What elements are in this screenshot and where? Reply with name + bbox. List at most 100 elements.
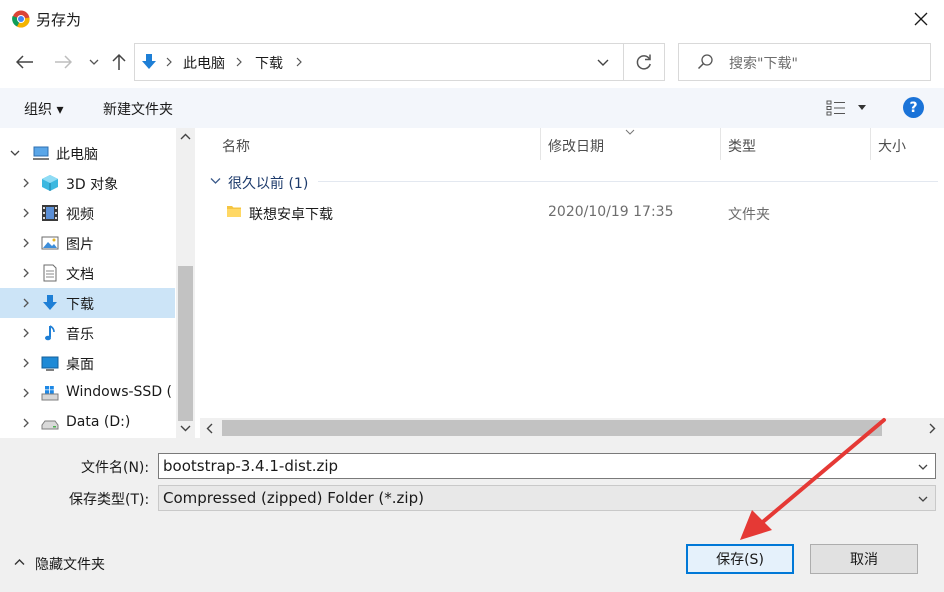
tree-item-label: 视频 [66,207,94,223]
hide-folders-toggle[interactable]: 隐藏文件夹 [12,553,122,573]
computer-icon [33,146,49,160]
chevron-right-icon[interactable] [20,177,32,189]
new-folder-button[interactable]: 新建文件夹 [103,99,173,119]
arrow-left-icon [16,55,33,69]
chevron-right-icon[interactable] [20,237,32,249]
filetype-label: 保存类型(T): [69,492,150,508]
windows-drive-icon [41,386,59,401]
column-divider[interactable] [540,128,541,160]
chevron-right-icon[interactable] [20,297,32,309]
file-list-scrollbar[interactable] [200,418,944,438]
close-button[interactable] [898,0,944,38]
chevron-down-icon[interactable] [917,493,929,505]
desktop-icon [41,356,59,371]
tree-item-documents[interactable]: 文档 [0,258,175,288]
chevron-down-icon[interactable] [9,147,21,159]
column-header-size[interactable]: 大小 [878,136,906,156]
picture-icon [41,236,59,250]
file-type: 文件夹 [728,207,770,223]
column-divider[interactable] [870,128,871,160]
tree-item-label: 图片 [66,237,94,253]
scroll-right-icon[interactable] [928,423,936,434]
scrollbar-thumb[interactable] [222,420,882,436]
search-box[interactable]: 搜索"下载" [678,43,931,81]
chevron-right-icon[interactable] [20,267,32,279]
refresh-button[interactable] [623,43,665,81]
help-button[interactable]: ? [903,97,924,118]
tree-item-videos[interactable]: 视频 [0,198,175,228]
search-icon [697,54,713,70]
cube-icon [42,175,58,191]
filename-value: bootstrap-3.4.1-dist.zip [163,457,339,475]
chevron-down-icon[interactable] [210,177,221,185]
chevron-up-icon [14,559,25,565]
organize-menu[interactable]: 组织 ▾ [24,99,63,119]
scroll-down-icon[interactable] [180,424,191,432]
drive-icon [41,420,59,430]
folder-icon [227,206,241,217]
column-divider[interactable] [720,128,721,160]
breadcrumb-this-pc[interactable]: 此电脑 [183,53,225,73]
list-view-icon [826,100,845,116]
scroll-up-icon[interactable] [180,133,191,141]
column-header-type[interactable]: 类型 [728,136,756,156]
file-modified: 2020/10/19 17:35 [548,204,674,220]
chevron-right-icon [166,57,172,67]
breadcrumb-downloads[interactable]: 下载 [255,53,283,73]
sort-chevron-icon [625,129,635,135]
filetype-select[interactable]: Compressed (zipped) Folder (*.zip) [158,485,936,511]
chevron-right-icon[interactable] [20,327,32,339]
filename-input[interactable]: bootstrap-3.4.1-dist.zip [158,453,936,479]
tree-item-label: 下载 [66,297,94,313]
chevron-down-icon[interactable] [597,58,609,68]
search-placeholder: 搜索"下载" [729,56,798,72]
tree-item-desktop[interactable]: 桌面 [0,348,175,378]
file-list: 名称 修改日期 类型 大小 很久以前 (1) 联想安卓下载 2020/10/19… [200,128,944,418]
chevron-right-icon[interactable] [20,417,32,429]
chevron-right-icon[interactable] [20,387,32,399]
navigation-pane: 此电脑 3D 对象 视频 图片 文档 下载 音乐 桌面 Windows-SSD … [0,128,196,438]
forward-button[interactable] [50,50,76,74]
view-options-button[interactable] [826,100,870,118]
column-header-modified[interactable]: 修改日期 [548,136,604,156]
chevron-right-icon [236,57,242,67]
filename-label: 文件名(N): [81,460,150,476]
scroll-left-icon[interactable] [206,423,214,434]
tree-item-data-drive[interactable]: Data (D:) [0,408,175,438]
tree-item-label: 文档 [66,267,94,283]
scrollbar-thumb[interactable] [178,266,193,421]
tree-item-label: Data (D:) [66,414,131,430]
tree-item-music[interactable]: 音乐 [0,318,175,348]
tree-item-pictures[interactable]: 图片 [0,228,175,258]
save-button[interactable]: 保存(S) [686,544,794,574]
back-button[interactable] [12,50,38,74]
group-header[interactable]: 很久以前 (1) [228,173,308,193]
chevron-down-icon [858,105,866,110]
film-icon [42,205,58,221]
chrome-icon [12,10,30,28]
window-title: 另存为 [36,11,82,29]
navigation-bar: 此电脑 下载 搜索"下载" [0,42,944,82]
address-bar[interactable]: 此电脑 下载 [134,43,624,81]
tree-item-this-pc[interactable]: 此电脑 [0,138,175,168]
navigation-scrollbar[interactable] [176,128,195,438]
document-icon [43,264,57,282]
column-header-name[interactable]: 名称 [222,136,250,156]
chevron-right-icon[interactable] [20,357,32,369]
download-icon [142,54,156,69]
tree-item-windows-ssd[interactable]: Windows-SSD ( [0,378,175,408]
arrow-right-icon [55,55,72,69]
chevron-right-icon [296,57,302,67]
download-icon [43,295,57,310]
chevron-right-icon[interactable] [20,207,32,219]
cancel-button[interactable]: 取消 [810,544,918,574]
chevron-down-icon[interactable] [917,461,929,473]
table-row[interactable]: 联想安卓下载 2020/10/19 17:35 文件夹 [200,198,944,228]
recent-locations-button[interactable] [86,50,102,74]
save-options: 文件名(N): bootstrap-3.4.1-dist.zip 保存类型(T)… [0,438,944,592]
chevron-down-icon [89,59,99,65]
tree-item-label: 此电脑 [56,147,98,163]
tree-item-downloads[interactable]: 下载 [0,288,175,318]
up-button[interactable] [108,50,130,74]
tree-item-3d-objects[interactable]: 3D 对象 [0,168,175,198]
